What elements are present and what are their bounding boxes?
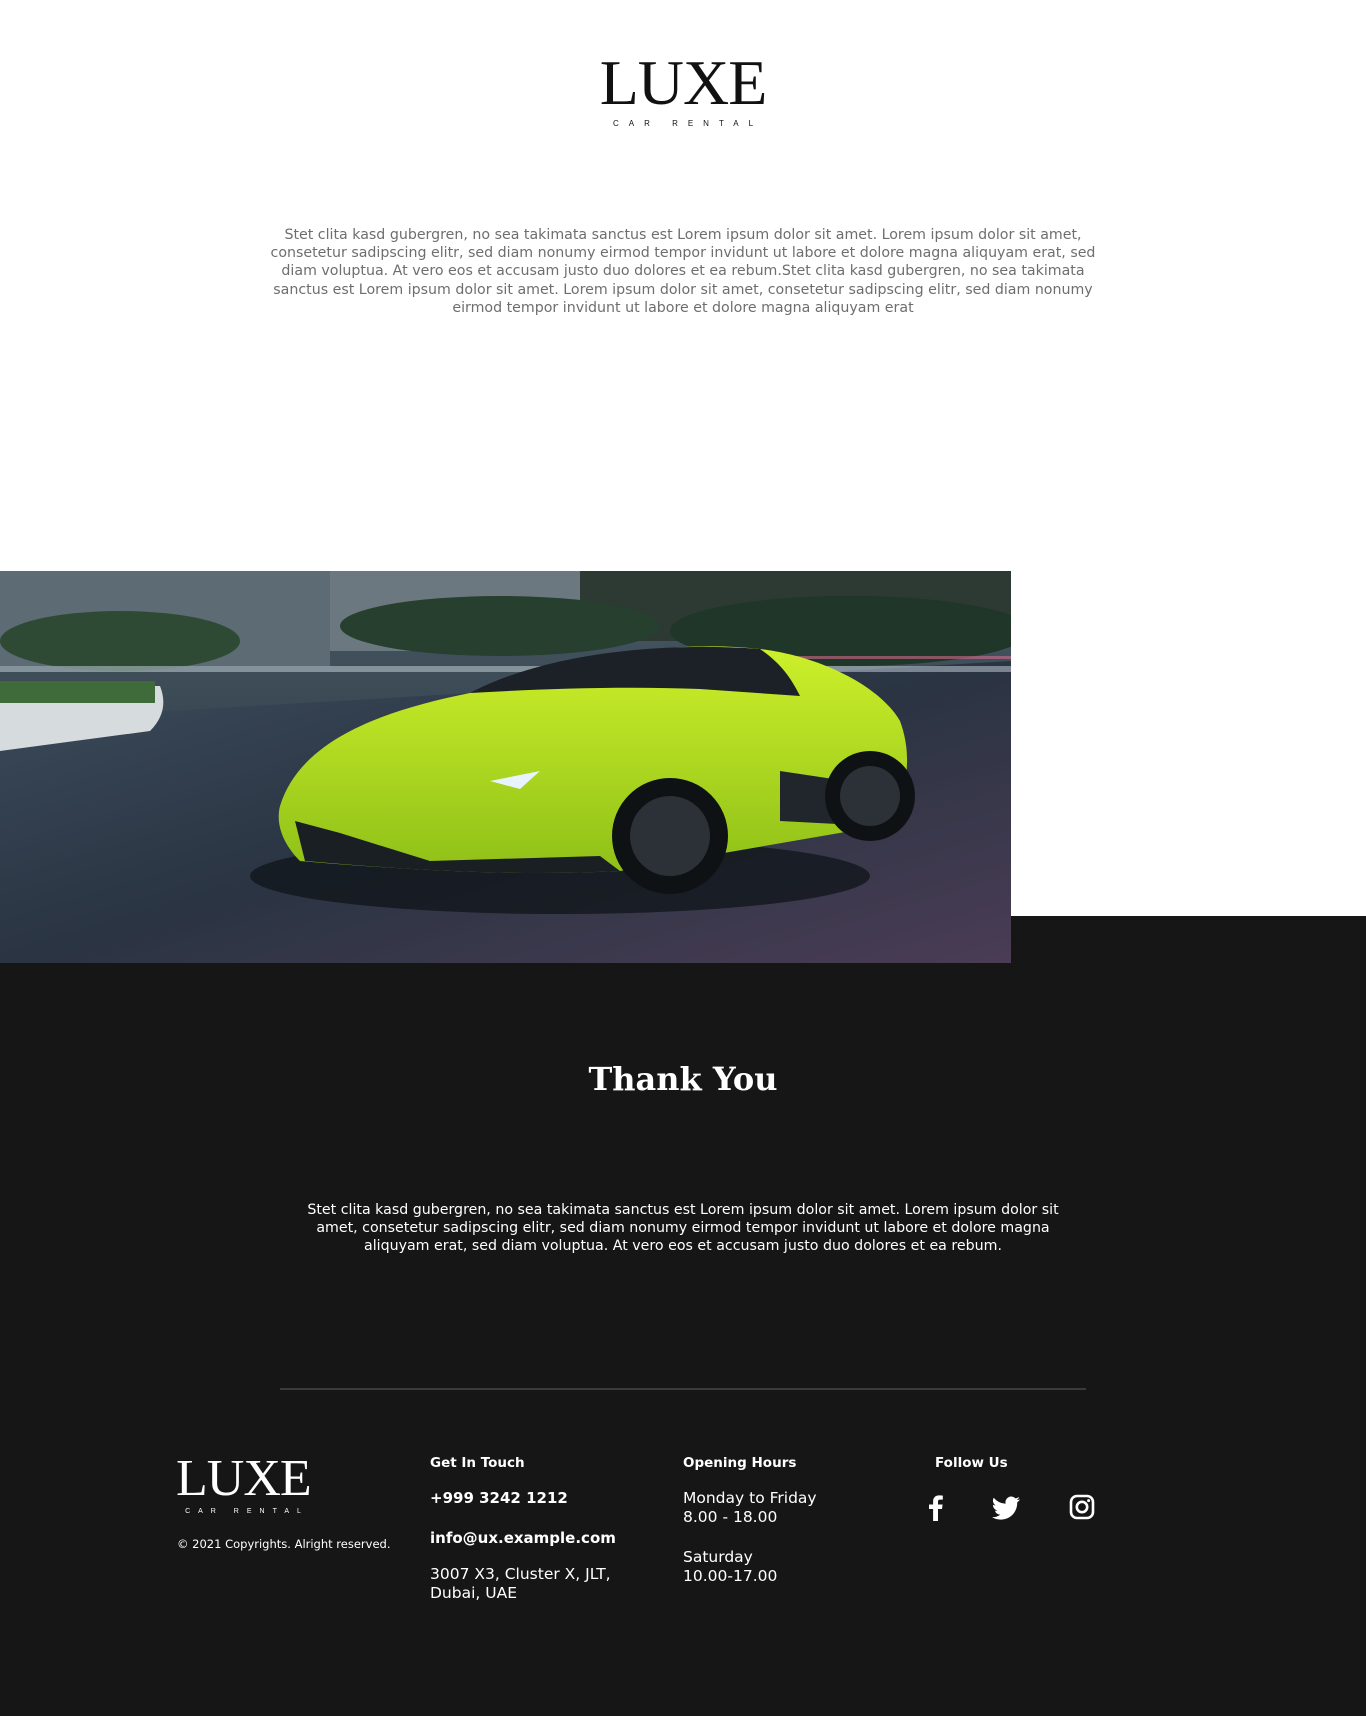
social-heading: Follow Us — [935, 1455, 1008, 1471]
twitter-icon[interactable] — [991, 1492, 1021, 1522]
social-links — [0, 1492, 1366, 1522]
email-link[interactable]: info@ux.example.com — [430, 1529, 630, 1547]
saturday-hours: Saturday 10.00-17.00 — [683, 1548, 817, 1586]
contact-heading: Get In Touch — [430, 1455, 525, 1471]
logo-tagline: CAR RENTAL — [612, 119, 764, 128]
saturday-time: 10.00-17.00 — [683, 1567, 778, 1585]
thank-you-text: Stet clita kasd gubergren, no sea takima… — [307, 1202, 1059, 1255]
hours-heading: Opening Hours — [683, 1455, 797, 1471]
logo-wordmark: LUXE — [599, 47, 768, 118]
saturday-label: Saturday — [683, 1548, 753, 1566]
copyright-text: © 2021 Copyrights. Alright reserved. — [177, 1537, 391, 1551]
header-logo[interactable]: LUXE CAR RENTAL — [0, 47, 1366, 129]
footer-divider — [280, 1388, 1086, 1390]
address-text: 3007 X3, Cluster X, JLT, Dubai, UAE — [430, 1565, 611, 1602]
intro-text: Stet clita kasd gubergren, no sea takima… — [270, 227, 1096, 316]
social-column: Follow Us — [935, 1455, 1008, 1489]
instagram-icon[interactable] — [1067, 1492, 1097, 1522]
facebook-icon[interactable] — [921, 1492, 951, 1522]
thank-you-title: Thank You — [588, 1060, 778, 1098]
contact-column: Get In Touch +999 3242 1212 info@ux.exam… — [430, 1455, 630, 1603]
hours-column: Opening Hours Monday to Friday 8.00 - 18… — [683, 1455, 817, 1607]
hero-car-image — [0, 571, 1011, 963]
